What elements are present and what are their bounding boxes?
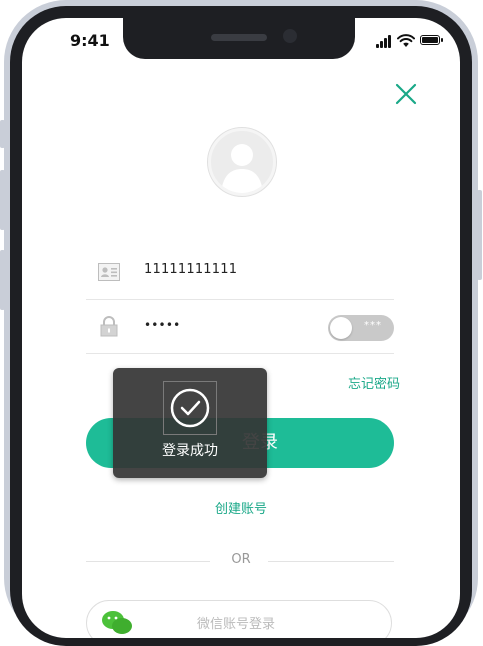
speaker	[211, 34, 267, 41]
status-time: 9:41	[70, 31, 110, 50]
avatar-icon	[221, 144, 263, 193]
success-toast: 登录成功	[113, 368, 267, 478]
forgot-password-link[interactable]: 忘记密码	[348, 373, 400, 392]
notch	[123, 18, 355, 59]
phone-side-button	[0, 120, 5, 148]
wechat-login-button[interactable]: 微信账号登录	[86, 600, 392, 638]
toast-message: 登录成功	[162, 443, 218, 459]
account-row[interactable]: 11111111111	[86, 245, 394, 300]
phone-side-button	[477, 190, 482, 280]
password-row[interactable]: ••••• ***	[86, 299, 394, 354]
close-icon	[395, 83, 417, 105]
phone-screen: 9:41 11111111111 ••••• *** 忘记密码 创建账号 OR …	[22, 18, 460, 638]
phone-side-button	[0, 250, 5, 310]
status-icons	[376, 34, 446, 48]
toggle-knob	[330, 317, 352, 339]
lock-icon	[100, 316, 118, 337]
phone-side-button	[0, 170, 5, 230]
wechat-icon	[102, 611, 132, 634]
wifi-icon	[397, 34, 415, 47]
id-card-icon	[98, 263, 120, 281]
toast-icon-frame	[163, 381, 217, 435]
camera	[283, 29, 297, 43]
password-input[interactable]: •••••	[144, 318, 180, 332]
account-input[interactable]: 11111111111	[144, 262, 237, 277]
password-visibility-toggle[interactable]: ***	[328, 315, 394, 341]
create-account-link[interactable]: 创建账号	[22, 498, 460, 517]
wechat-login-label: 微信账号登录	[197, 617, 276, 632]
or-divider-text: OR	[231, 552, 251, 567]
signal-icon	[376, 34, 394, 48]
close-button[interactable]	[391, 79, 421, 109]
toggle-text: ***	[364, 320, 382, 331]
check-circle-icon	[170, 388, 210, 428]
avatar	[208, 128, 276, 196]
